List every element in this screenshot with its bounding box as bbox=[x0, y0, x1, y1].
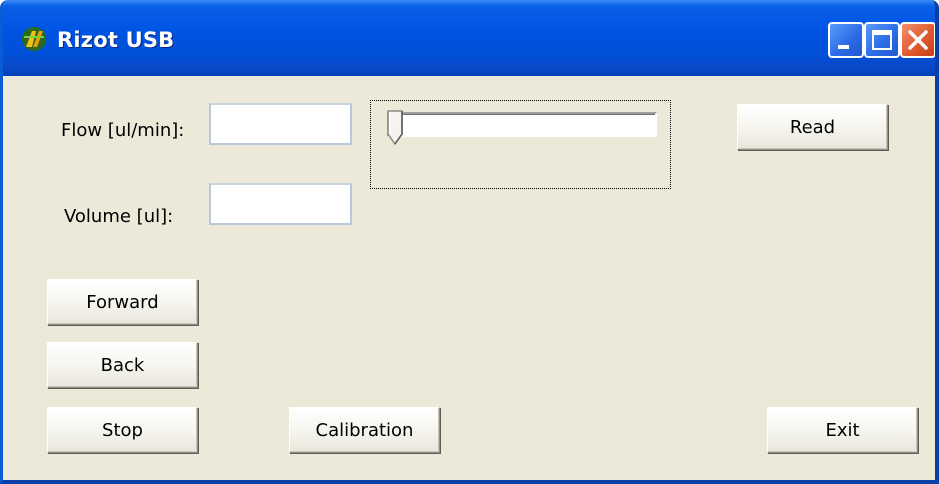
app-icon bbox=[22, 27, 46, 51]
flow-slider-thumb[interactable] bbox=[386, 110, 404, 146]
forward-button[interactable]: Forward bbox=[47, 279, 198, 325]
volume-input[interactable] bbox=[209, 183, 352, 225]
maximize-icon bbox=[872, 30, 892, 50]
stop-button[interactable]: Stop bbox=[47, 407, 198, 453]
flow-input[interactable] bbox=[209, 103, 352, 145]
read-button[interactable]: Read bbox=[737, 104, 888, 150]
back-button[interactable]: Back bbox=[47, 342, 198, 388]
minimize-button[interactable] bbox=[828, 22, 864, 58]
main-window: Rizot USB Flow [ul/min]: Volume [ul]: Re… bbox=[0, 0, 939, 484]
close-icon bbox=[908, 30, 928, 50]
maximize-button[interactable] bbox=[864, 22, 900, 58]
close-button[interactable] bbox=[900, 22, 935, 58]
calibration-button[interactable]: Calibration bbox=[289, 407, 440, 453]
flow-slider-track[interactable] bbox=[387, 112, 657, 137]
minimize-icon bbox=[838, 45, 849, 49]
volume-label: Volume [ul]: bbox=[64, 206, 174, 227]
flow-label: Flow [ul/min]: bbox=[61, 120, 185, 141]
exit-button[interactable]: Exit bbox=[767, 407, 918, 453]
title-bar[interactable]: Rizot USB bbox=[3, 0, 935, 76]
window-title: Rizot USB bbox=[57, 28, 175, 52]
